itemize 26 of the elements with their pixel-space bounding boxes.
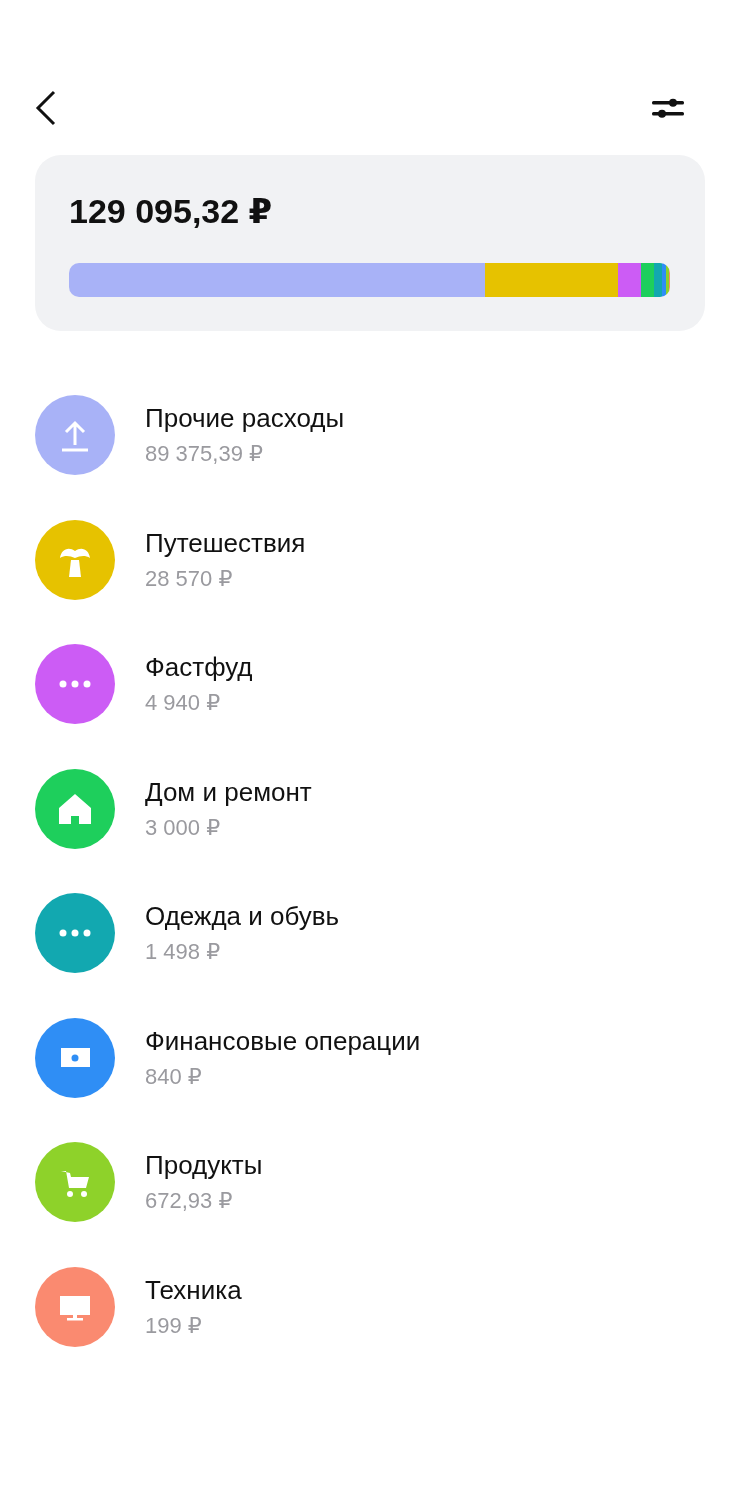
category-amount: 89 375,39 ₽	[145, 441, 264, 467]
category-amount: 28 570 ₽	[145, 565, 234, 592]
category-amount: 199 ₽	[145, 1312, 203, 1339]
category-amount: 840 ₽	[145, 1063, 203, 1090]
category-name: Финансовые операции	[145, 1025, 421, 1056]
category-item[interactable]: Финансовые операции 840 ₽	[35, 1017, 705, 1098]
category-name: Путешествия	[145, 527, 306, 558]
category-amount: 672,93 ₽	[145, 1188, 234, 1214]
category-amount: 4 940 ₽	[145, 690, 222, 716]
category-item[interactable]: Одежда и обувь 1 498 ₽	[35, 893, 705, 973]
category-name: Одежда и обувь	[145, 901, 340, 931]
category-name: Техника	[145, 1274, 242, 1305]
total-amount: 129 095,32 ₽	[69, 191, 274, 231]
category-name: Продукты	[145, 1150, 263, 1180]
category-item[interactable]: Путешествия 28 570 ₽	[35, 519, 705, 600]
category-item[interactable]: Фастфуд 4 940 ₽	[35, 644, 705, 724]
category-name: Прочие расходы	[145, 403, 345, 433]
category-item[interactable]: Прочие расходы 89 375,39 ₽	[35, 395, 705, 475]
category-item[interactable]: Дом и ремонт 3 000 ₽	[35, 768, 705, 849]
category-name: Фастфуд	[145, 652, 253, 682]
category-name: Дом и ремонт	[145, 776, 312, 807]
category-amount: 3 000 ₽	[145, 814, 222, 841]
category-item[interactable]: Техника 199 ₽	[35, 1266, 705, 1347]
category-item[interactable]: Продукты 672,93 ₽	[35, 1142, 705, 1222]
category-amount: 1 498 ₽	[145, 939, 222, 965]
back-icon[interactable]	[35, 90, 57, 126]
